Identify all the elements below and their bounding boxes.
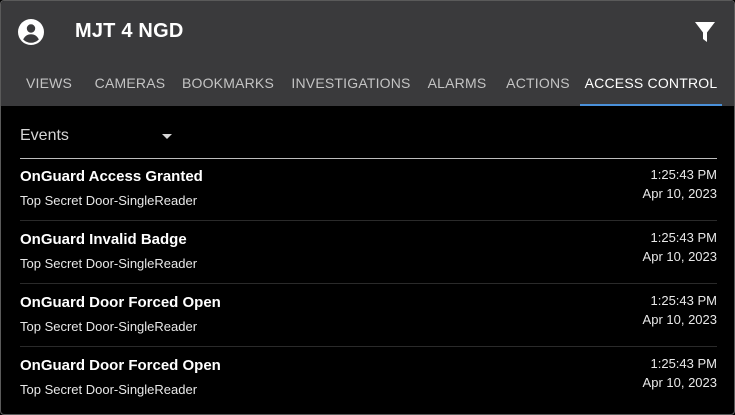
page-title: MJT 4 NGD	[75, 20, 184, 42]
tab-views[interactable]: VIEWS	[17, 63, 81, 104]
event-item[interactable]: OnGuard Door Forced Open Top Secret Door…	[20, 348, 717, 410]
divider	[20, 220, 717, 221]
event-date: Apr 10, 2023	[642, 249, 717, 264]
event-type-select-value: Events	[20, 127, 69, 144]
event-time: 1:25:43 PM	[650, 356, 718, 371]
event-date: Apr 10, 2023	[642, 312, 717, 327]
event-time: 1:25:43 PM	[650, 230, 718, 245]
tab-bar: VIEWS CAMERAS BOOKMARKS INVESTIGATIONS A…	[1, 63, 734, 106]
tab-bookmarks[interactable]: BOOKMARKS	[179, 63, 277, 104]
event-item[interactable]: OnGuard Door Forced Open Top Secret Door…	[20, 285, 717, 347]
filter-icon[interactable]	[693, 20, 717, 44]
event-title: OnGuard Door Forced Open	[20, 294, 221, 311]
active-tab-indicator	[580, 104, 722, 106]
event-title: OnGuard Access Granted	[20, 168, 203, 185]
event-source: Top Secret Door-SingleReader	[20, 319, 198, 334]
event-title: OnGuard Door Forced Open	[20, 357, 221, 374]
tab-investigations[interactable]: INVESTIGATIONS	[287, 63, 415, 104]
account-circle-icon[interactable]	[17, 18, 45, 46]
tab-cameras[interactable]: CAMERAS	[91, 63, 169, 104]
event-title: OnGuard Invalid Badge	[20, 231, 187, 248]
event-type-select[interactable]: Events	[20, 119, 717, 159]
event-source: Top Secret Door-SingleReader	[20, 193, 198, 208]
event-date: Apr 10, 2023	[642, 186, 717, 201]
tab-access-control[interactable]: ACCESS CONTROL	[580, 63, 722, 104]
event-time: 1:25:43 PM	[650, 167, 718, 182]
event-date: Apr 10, 2023	[642, 375, 717, 390]
app-window: MJT 4 NGD VIEWS CAMERAS BOOKMARKS INVEST…	[0, 0, 735, 415]
event-time: 1:25:43 PM	[650, 293, 718, 308]
event-item[interactable]: OnGuard Invalid Badge Top Secret Door-Si…	[20, 222, 717, 284]
tab-actions[interactable]: ACTIONS	[501, 63, 575, 104]
event-source: Top Secret Door-SingleReader	[20, 382, 198, 397]
tab-alarms[interactable]: ALARMS	[425, 63, 489, 104]
divider	[20, 346, 717, 347]
divider	[20, 283, 717, 284]
dropdown-arrow-icon	[162, 134, 172, 139]
event-source: Top Secret Door-SingleReader	[20, 256, 198, 271]
app-bar: MJT 4 NGD VIEWS CAMERAS BOOKMARKS INVEST…	[1, 1, 734, 106]
event-item[interactable]: OnGuard Access Granted Top Secret Door-S…	[20, 159, 717, 221]
